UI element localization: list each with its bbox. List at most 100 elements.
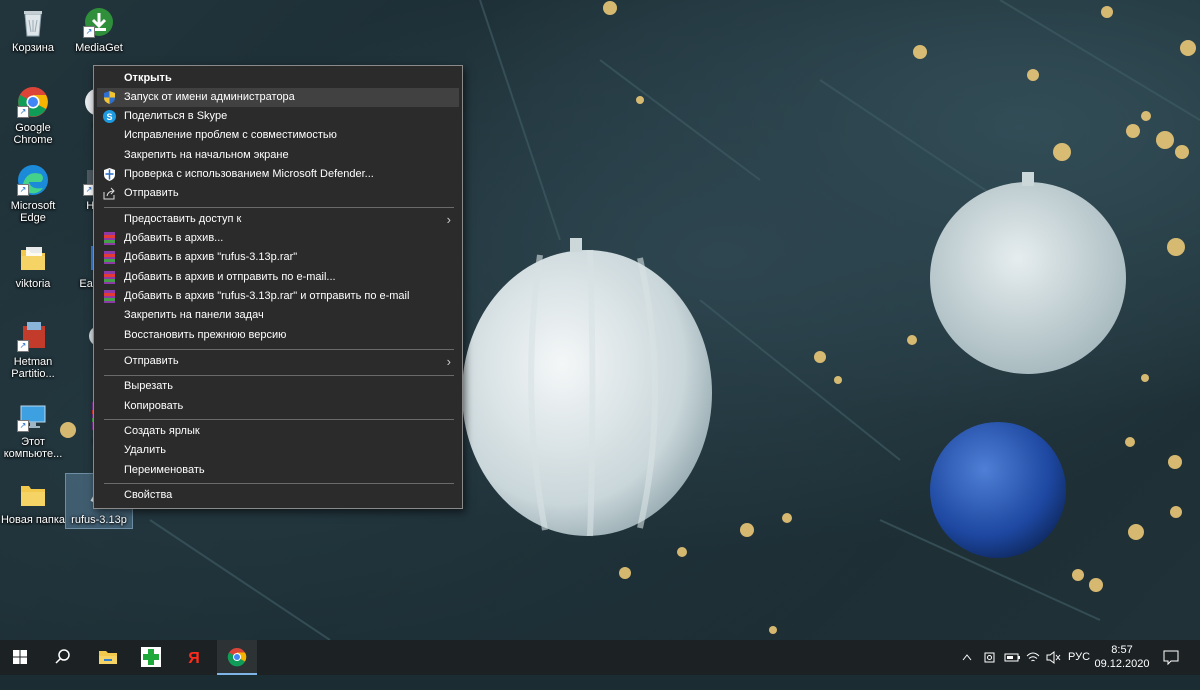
- menu-item-add-archive-rar[interactable]: Добавить в архив "rufus-3.13p.rar": [97, 248, 459, 267]
- folder-icon: [17, 242, 49, 274]
- menu-item-label: Отправить: [124, 187, 179, 199]
- chrome-icon: [227, 648, 247, 667]
- menu-item-archive-rar-email[interactable]: Добавить в архив "rufus-3.13p.rar" и отп…: [97, 287, 459, 306]
- menu-item-label: Добавить в архив "rufus-3.13p.rar": [124, 251, 298, 263]
- taskbar: Я РУС 8:57 09.12.2020: [0, 640, 1200, 675]
- mediaget-icon: ↗: [83, 6, 115, 38]
- action-center-button[interactable]: [1162, 640, 1182, 675]
- desktop-icon-label: MediaGet: [75, 42, 123, 54]
- menu-separator: [104, 207, 454, 208]
- desktop-icon-label: Microsoft Edge: [10, 200, 56, 224]
- tray-volume[interactable]: [1045, 640, 1063, 675]
- menu-item-pin-taskbar[interactable]: Закрепить на панели задач: [97, 306, 459, 325]
- language-indicator: РУС: [1068, 651, 1091, 663]
- menu-item-label: Предоставить доступ к: [124, 213, 242, 225]
- menu-item-label: Поделиться в Skype: [124, 110, 228, 122]
- menu-item-label: Закрепить на панели задач: [124, 309, 264, 321]
- volume-muted-icon: [1046, 651, 1061, 664]
- desktop-icon-recycle-bin[interactable]: Корзина: [0, 6, 66, 54]
- menu-item-label: Добавить в архив...: [124, 232, 224, 244]
- svg-text:Я: Я: [188, 650, 200, 667]
- folder-icon: [17, 478, 49, 510]
- desktop-icon-label: viktoria: [15, 278, 51, 290]
- taskbar-clock[interactable]: 8:57 09.12.2020: [1092, 643, 1152, 671]
- tray-battery[interactable]: [1004, 640, 1022, 675]
- desktop-icon-label: Этот компьюте...: [3, 436, 63, 460]
- taskbar-pharmacy-app[interactable]: [131, 640, 171, 675]
- menu-item-open[interactable]: Открыть: [97, 69, 459, 88]
- desktop-icon-edge[interactable]: ↗ Microsoft Edge: [0, 164, 66, 224]
- menu-item-send-to[interactable]: Отправить ›: [97, 352, 459, 371]
- winrar-icon: [103, 271, 116, 284]
- menu-item-create-shortcut[interactable]: Создать ярлык: [97, 422, 459, 441]
- taskbar-explorer[interactable]: [88, 640, 128, 675]
- tray-meet-now[interactable]: [983, 640, 999, 675]
- menu-item-archive-email[interactable]: Добавить в архив и отправить по e-mail..…: [97, 268, 459, 287]
- winrar-icon: [103, 232, 116, 245]
- shortcut-arrow-icon: ↗: [17, 340, 29, 352]
- yandex-icon: Я: [188, 650, 200, 667]
- clock-time: 8:57: [1111, 644, 1133, 656]
- menu-separator: [104, 375, 454, 376]
- desktop-icon-new-folder[interactable]: Новая папка: [0, 478, 66, 526]
- menu-item-label: Добавить в архив и отправить по e-mail..…: [124, 271, 336, 283]
- menu-item-properties[interactable]: Свойства: [97, 486, 459, 505]
- winrar-icon: [103, 251, 116, 264]
- desktop-icon-label: Новая папка: [0, 514, 66, 526]
- desktop-icon-label: Hetman Partitio...: [11, 356, 55, 380]
- chevron-right-icon: ›: [446, 212, 451, 227]
- menu-item-label: Удалить: [124, 444, 166, 456]
- start-button[interactable]: [0, 640, 40, 675]
- windows-logo-icon: [13, 650, 27, 664]
- menu-item-cut[interactable]: Вырезать: [97, 377, 459, 396]
- menu-item-restore-version[interactable]: Восстановить прежнюю версию: [97, 326, 459, 345]
- menu-item-label: Закрепить на начальном экране: [124, 149, 289, 161]
- green-cross-icon: [141, 647, 161, 667]
- shortcut-arrow-icon: ↗: [17, 420, 29, 432]
- tray-network[interactable]: [1025, 640, 1043, 675]
- edge-icon: ↗: [17, 164, 49, 196]
- menu-item-copy[interactable]: Копировать: [97, 397, 459, 416]
- menu-separator: [104, 483, 454, 484]
- recycle-bin-icon: [17, 6, 49, 38]
- menu-item-give-access[interactable]: Предоставить доступ к ›: [97, 210, 459, 229]
- camera-icon: [984, 652, 995, 663]
- desktop-icon-this-pc[interactable]: ↗ Этот компьюте...: [0, 400, 66, 460]
- search-icon: [55, 649, 70, 664]
- uac-shield-icon: [103, 91, 116, 104]
- search-button[interactable]: [43, 640, 83, 675]
- file-explorer-icon: [99, 651, 117, 664]
- menu-item-label: Исправление проблем с совместимостью: [124, 129, 337, 141]
- wifi-icon: [1026, 652, 1040, 662]
- menu-item-pin-start[interactable]: Закрепить на начальном экране: [97, 146, 459, 165]
- desktop-icon-viktoria[interactable]: viktoria: [0, 242, 66, 290]
- taskbar-yandex[interactable]: Я: [174, 640, 214, 675]
- menu-item-defender-scan[interactable]: Проверка с использованием Microsoft Defe…: [97, 165, 459, 184]
- menu-item-label: Вырезать: [124, 380, 173, 392]
- menu-item-share-skype[interactable]: S Поделиться в Skype: [97, 107, 459, 126]
- menu-item-share[interactable]: Отправить: [97, 184, 459, 203]
- menu-item-label: Создать ярлык: [124, 425, 200, 437]
- menu-item-compatibility[interactable]: Исправление проблем с совместимостью: [97, 126, 459, 145]
- menu-item-label: Добавить в архив "rufus-3.13p.rar" и отп…: [124, 290, 410, 302]
- menu-item-rename[interactable]: Переименовать: [97, 461, 459, 480]
- menu-item-label: Открыть: [124, 72, 172, 84]
- shortcut-arrow-icon: ↗: [17, 184, 29, 196]
- menu-item-label: Восстановить прежнюю версию: [124, 329, 287, 341]
- chevron-right-icon: ›: [446, 354, 451, 369]
- context-menu[interactable]: Открыть Запуск от имени администратора S…: [93, 65, 463, 509]
- defender-icon: [103, 168, 116, 181]
- desktop-icon-hetman[interactable]: ↗ Hetman Partitio...: [0, 320, 66, 380]
- taskbar-chrome[interactable]: [217, 640, 257, 675]
- tray-language[interactable]: РУС: [1068, 640, 1092, 675]
- desktop-icon-label: Корзина: [12, 42, 54, 54]
- menu-item-add-archive[interactable]: Добавить в архив...: [97, 229, 459, 248]
- winrar-icon: [103, 290, 116, 303]
- menu-item-run-as-admin[interactable]: Запуск от имени администратора: [97, 88, 459, 107]
- desktop-icon-mediaget[interactable]: ↗ MediaGet: [66, 6, 132, 54]
- menu-item-label: Копировать: [124, 400, 184, 412]
- desktop-icon-chrome[interactable]: ↗ Google Chrome: [0, 86, 66, 146]
- menu-item-delete[interactable]: Удалить: [97, 441, 459, 460]
- tray-overflow-chevron[interactable]: [961, 640, 975, 675]
- share-icon: [103, 187, 116, 200]
